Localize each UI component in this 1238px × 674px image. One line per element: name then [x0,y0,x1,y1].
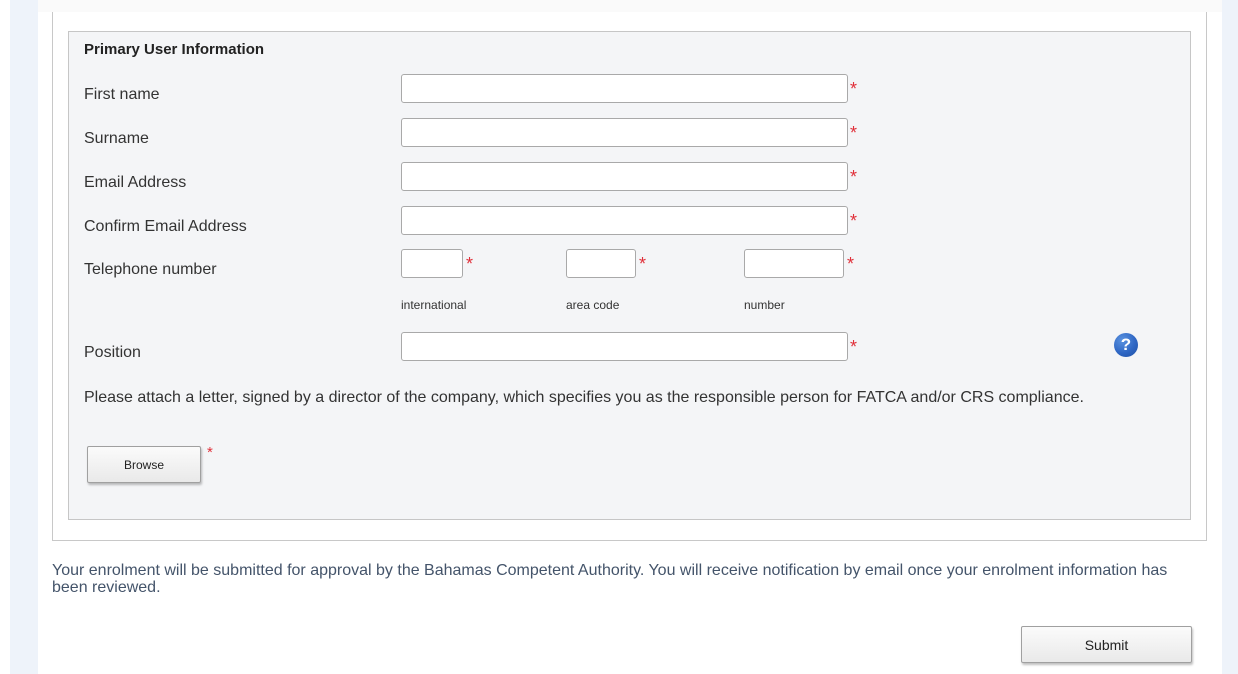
telephone-number-input[interactable] [744,249,844,278]
number-sublabel: number [744,298,785,312]
confirm-email-input[interactable] [401,206,848,235]
submission-notice: Your enrolment will be submitted for app… [52,562,1168,596]
surname-label: Surname [84,130,149,147]
top-band [38,0,1222,12]
section-title: Primary User Information [84,41,265,58]
required-marker: * [850,79,858,99]
required-marker: * [207,444,213,461]
first-name-label: First name [84,86,160,103]
position-input[interactable] [401,332,848,361]
required-marker: * [850,123,858,143]
required-marker: * [639,254,647,274]
browse-button[interactable]: Browse [87,446,201,483]
position-label: Position [84,344,141,361]
international-sublabel: international [401,298,467,312]
right-margin [1222,0,1238,674]
telephone-area-code-input[interactable] [566,249,636,278]
area-code-sublabel: area code [566,298,620,312]
required-marker: * [850,167,858,187]
telephone-international-input[interactable] [401,249,463,278]
required-marker: * [850,211,858,231]
submit-button[interactable]: Submit [1021,626,1192,663]
confirm-email-label: Confirm Email Address [84,218,247,235]
email-input[interactable] [401,162,848,191]
attachment-instructions: Please attach a letter, signed by a dire… [84,389,1084,406]
help-icon[interactable]: ? [1114,333,1138,357]
email-label: Email Address [84,174,187,191]
left-margin [10,0,38,674]
required-marker: * [847,254,855,274]
first-name-input[interactable] [401,74,848,103]
required-marker: * [850,337,858,357]
telephone-label: Telephone number [84,261,217,278]
required-marker: * [466,254,474,274]
surname-input[interactable] [401,118,848,147]
